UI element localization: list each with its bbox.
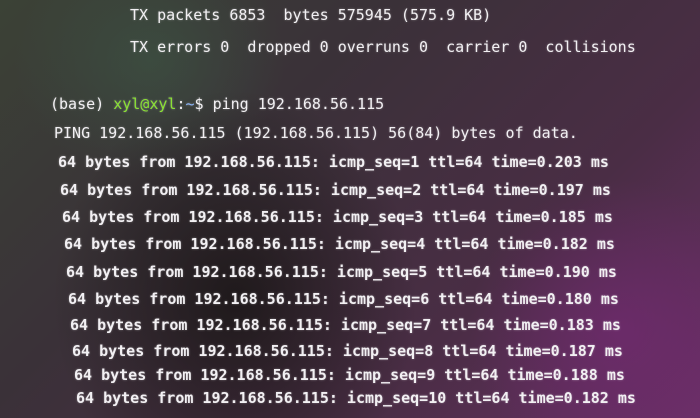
command-prompt-line: (base) xyl@xyl:~$ ping 192.168.56.115 [50,92,384,117]
prompt-user: xyl@xyl [113,95,177,113]
ping-reply-line: 64 bytes from 192.168.56.115: icmp_seq=7… [70,316,621,334]
ping-header-line: PING 192.168.56.115 (192.168.56.115) 56(… [54,124,578,142]
ping-reply-line: 64 bytes from 192.168.56.115: icmp_seq=9… [74,366,625,384]
ping-reply-line: 64 bytes from 192.168.56.115: icmp_seq=6… [68,290,619,308]
tx-errors-line: TX errors 0 dropped 0 overruns 0 carrier… [130,38,636,56]
ping-reply-line: 64 bytes from 192.168.56.115: icmp_seq=2… [60,181,611,199]
tx-packets-line: TX packets 6853 bytes 575945 (575.9 KB) [130,6,492,24]
ping-reply-line: 64 bytes from 192.168.56.115: icmp_seq=3… [62,208,613,226]
ping-command: ping 192.168.56.115 [212,95,385,113]
ping-reply-line: 64 bytes from 192.168.56.115: icmp_seq=1… [58,153,609,171]
prompt-end: $ [194,95,213,113]
terminal-screen: TX packets 6853 bytes 575945 (575.9 KB) … [0,0,700,418]
prompt-env: (base) [50,95,114,113]
terminal-output[interactable]: TX packets 6853 bytes 575945 (575.9 KB) … [0,0,700,418]
prompt-path: ~ [185,95,195,113]
ping-reply-line: 64 bytes from 192.168.56.115: icmp_seq=1… [76,389,636,407]
ping-reply-line: 64 bytes from 192.168.56.115: icmp_seq=5… [66,263,617,281]
ping-reply-line: 64 bytes from 192.168.56.115: icmp_seq=4… [64,235,615,253]
ping-reply-line: 64 bytes from 192.168.56.115: icmp_seq=8… [72,342,623,360]
